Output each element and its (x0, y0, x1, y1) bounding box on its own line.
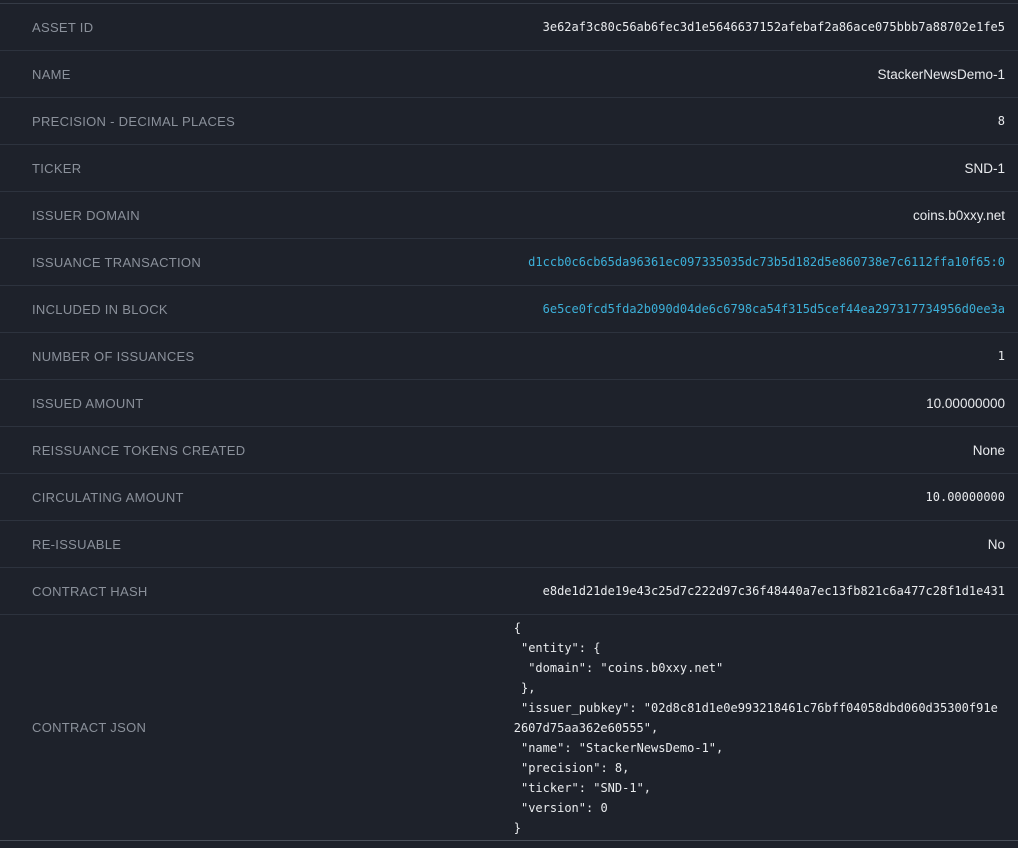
contract-json-label: CONTRACT JSON (32, 720, 146, 735)
detail-row-circulating-amount: CIRCULATING AMOUNT 10.00000000 (0, 474, 1018, 521)
detail-row-contract-hash: CONTRACT HASH e8de1d21de19e43c25d7c222d9… (0, 568, 1018, 615)
asset-id-value: 3e62af3c80c56ab6fec3d1e5646637152afebaf2… (543, 20, 1005, 34)
issued-amount-value: 10.00000000 (926, 396, 1005, 411)
detail-row-asset-id: ASSET ID 3e62af3c80c56ab6fec3d1e56466371… (0, 4, 1018, 51)
name-label: NAME (32, 67, 71, 82)
issuer-domain-value: coins.b0xxy.net (913, 208, 1005, 223)
ticker-value: SND-1 (964, 161, 1005, 176)
detail-row-precision: PRECISION - DECIMAL PLACES 8 (0, 98, 1018, 145)
circulating-amount-value: 10.00000000 (926, 490, 1005, 504)
included-in-block-label: INCLUDED IN BLOCK (32, 302, 168, 317)
detail-row-ticker: TICKER SND-1 (0, 145, 1018, 192)
circulating-amount-label: CIRCULATING AMOUNT (32, 490, 184, 505)
detail-row-included-in-block: INCLUDED IN BLOCK 6e5ce0fcd5fda2b090d04d… (0, 286, 1018, 333)
contract-hash-label: CONTRACT HASH (32, 584, 148, 599)
detail-row-issuance-transaction: ISSUANCE TRANSACTION d1ccb0c6cb65da96361… (0, 239, 1018, 286)
detail-row-reissuance-tokens: REISSUANCE TOKENS CREATED None (0, 427, 1018, 474)
detail-row-contract-json: CONTRACT JSON { "entity": { "domain": "c… (0, 615, 1018, 841)
issued-amount-label: ISSUED AMOUNT (32, 396, 144, 411)
precision-value: 8 (998, 114, 1005, 128)
included-in-block-link[interactable]: 6e5ce0fcd5fda2b090d04de6c6798ca54f315d5c… (543, 302, 1005, 316)
precision-label: PRECISION - DECIMAL PLACES (32, 114, 235, 129)
name-value: StackerNewsDemo-1 (877, 67, 1005, 82)
detail-row-reissuable: RE-ISSUABLE No (0, 521, 1018, 568)
number-of-issuances-value: 1 (998, 349, 1005, 363)
reissuance-tokens-value: None (973, 443, 1005, 458)
ticker-label: TICKER (32, 161, 81, 176)
detail-row-issued-amount: ISSUED AMOUNT 10.00000000 (0, 380, 1018, 427)
issuer-domain-label: ISSUER DOMAIN (32, 208, 140, 223)
asset-details-table: ASSET ID 3e62af3c80c56ab6fec3d1e56466371… (0, 3, 1018, 841)
number-of-issuances-label: NUMBER OF ISSUANCES (32, 349, 194, 364)
contract-hash-value: e8de1d21de19e43c25d7c222d97c36f48440a7ec… (543, 584, 1005, 598)
detail-row-number-of-issuances: NUMBER OF ISSUANCES 1 (0, 333, 1018, 380)
detail-row-name: NAME StackerNewsDemo-1 (0, 51, 1018, 98)
reissuable-value: No (988, 537, 1005, 552)
asset-id-label: ASSET ID (32, 20, 93, 35)
issuance-transaction-label: ISSUANCE TRANSACTION (32, 255, 201, 270)
reissuable-label: RE-ISSUABLE (32, 537, 121, 552)
contract-json-value: { "entity": { "domain": "coins.b0xxy.net… (514, 615, 1005, 840)
reissuance-tokens-label: REISSUANCE TOKENS CREATED (32, 443, 245, 458)
issuance-transaction-link[interactable]: d1ccb0c6cb65da96361ec097335035dc73b5d182… (528, 255, 1005, 269)
detail-row-issuer-domain: ISSUER DOMAIN coins.b0xxy.net (0, 192, 1018, 239)
